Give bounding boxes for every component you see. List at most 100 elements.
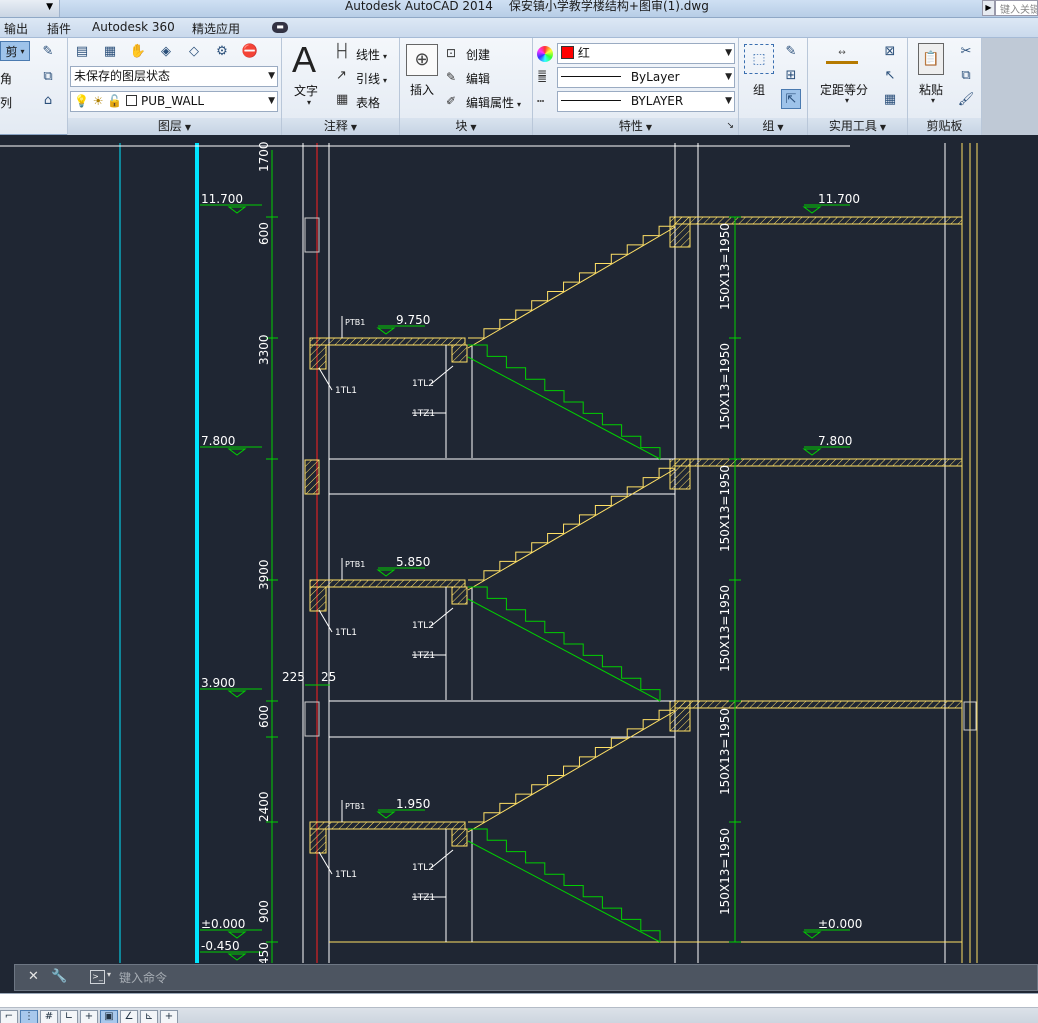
chevron-down-icon: ▼ bbox=[879, 123, 887, 132]
quick-access-toolbar[interactable]: ▼ bbox=[0, 0, 60, 17]
otrack-icon[interactable]: ∠ bbox=[120, 1010, 138, 1023]
measure-label[interactable]: 定距等分 bbox=[818, 81, 870, 98]
layer-properties-icon[interactable]: ▤ bbox=[72, 41, 92, 61]
leader-icon[interactable]: ↗ bbox=[336, 68, 347, 83]
snap-mode-icon[interactable]: ⋮ bbox=[20, 1010, 38, 1023]
table-icon[interactable]: ▦ bbox=[336, 92, 348, 107]
model-space-icon[interactable]: ⌐ bbox=[0, 1010, 18, 1023]
copy-object-icon[interactable]: ⧉ bbox=[38, 66, 58, 86]
floor-slab bbox=[674, 458, 963, 467]
text-label[interactable]: 文字 bbox=[292, 82, 320, 99]
measure-icon[interactable]: ↔ bbox=[826, 48, 858, 64]
chevron-down-icon: ▾ bbox=[383, 76, 388, 85]
annotation-panel-label[interactable]: 注释 ▼ bbox=[282, 118, 399, 135]
ducs-icon[interactable]: ⊾ bbox=[140, 1010, 158, 1023]
layer-match-icon[interactable]: ▦ bbox=[100, 41, 120, 61]
layer-unisolate-icon[interactable]: ◇ bbox=[184, 41, 204, 61]
layer-lock-icon[interactable]: ⛔ bbox=[240, 41, 260, 61]
insert-block-icon[interactable]: ⊕ bbox=[406, 44, 438, 76]
group-icon[interactable]: ⬚ bbox=[744, 44, 774, 74]
group-label[interactable]: 组 bbox=[749, 81, 769, 98]
erase-brush-icon[interactable]: ✎ bbox=[38, 41, 58, 61]
layer-freeze-icon[interactable]: ✋ bbox=[128, 41, 148, 61]
create-block-icon[interactable]: ⊡ bbox=[446, 46, 456, 60]
wrench-icon[interactable]: 🔧 bbox=[51, 969, 67, 984]
create-block-label[interactable]: 创建 bbox=[466, 46, 490, 63]
block-panel-label[interactable]: 块 ▼ bbox=[400, 118, 532, 135]
dimension-label: 25 bbox=[321, 670, 336, 684]
layer-isolate-icon[interactable]: ◈ bbox=[156, 41, 176, 61]
tab-featured-apps[interactable]: 精选应用 bbox=[192, 20, 240, 37]
array-label[interactable]: 列 bbox=[0, 94, 12, 111]
command-input[interactable] bbox=[119, 968, 999, 987]
linetype-icon[interactable]: ≡ ≡ bbox=[537, 67, 547, 85]
quick-select-icon[interactable]: ⊠ bbox=[880, 41, 900, 61]
dyn-input-icon[interactable]: + bbox=[160, 1010, 178, 1023]
edit-block-label[interactable]: 编辑 bbox=[466, 70, 490, 87]
paste-icon[interactable]: 📋 bbox=[918, 43, 944, 75]
color-select[interactable]: 红 ▼ bbox=[557, 43, 735, 64]
layer-state-select[interactable]: 未保存的图层状态 ▼ bbox=[70, 66, 278, 87]
edit-attribute-label[interactable]: 编辑属性 ▾ bbox=[466, 94, 521, 111]
color-wheel-icon[interactable] bbox=[537, 46, 553, 62]
search-arrow-icon[interactable]: ▶ bbox=[982, 0, 995, 16]
layer-select[interactable]: 💡 ☀ 🔓 PUB_WALL ▼ bbox=[70, 91, 278, 112]
copy-icon[interactable]: ⧉ bbox=[956, 65, 976, 85]
lineweight-icon[interactable]: ┅ bbox=[537, 94, 544, 108]
chevron-down-icon[interactable]: ▾ bbox=[931, 96, 935, 105]
linetype-select[interactable]: ByLayer ▼ bbox=[557, 67, 735, 88]
leader-label[interactable]: 引线 ▾ bbox=[356, 70, 387, 87]
text-big-icon[interactable]: A bbox=[292, 40, 316, 80]
table-label[interactable]: 表格 bbox=[356, 94, 380, 111]
help-search-input[interactable]: 键入关键 bbox=[995, 0, 1038, 16]
elevation-marker-icon bbox=[227, 448, 247, 456]
layers-panel-label[interactable]: 图层 ▼ bbox=[68, 118, 281, 135]
ungroup-icon[interactable]: ✎ bbox=[781, 41, 801, 61]
utilities-panel-label[interactable]: 实用工具 ▼ bbox=[808, 118, 907, 135]
group-edit-icon[interactable]: ⊞ bbox=[781, 65, 801, 85]
tab-plugins[interactable]: 插件 bbox=[47, 20, 71, 37]
chevron-down-icon[interactable]: ▾ bbox=[107, 970, 111, 979]
fillet-label[interactable]: 角 bbox=[0, 70, 12, 87]
chevron-down-icon[interactable]: ▾ bbox=[845, 96, 849, 105]
polar-icon[interactable]: + bbox=[80, 1010, 98, 1023]
chevron-down-icon[interactable]: ▼ bbox=[46, 2, 53, 12]
lineweight-select[interactable]: BYLAYER ▼ bbox=[557, 91, 735, 112]
chevron-down-icon[interactable]: ▾ bbox=[307, 98, 311, 107]
layer-walk-icon[interactable]: ⚙ bbox=[212, 41, 232, 61]
edit-block-icon[interactable]: ✎ bbox=[446, 70, 456, 84]
flight-dimension-label: 150X13=1950 bbox=[718, 465, 732, 552]
panel-launcher-icon[interactable]: ↘ bbox=[726, 118, 734, 135]
elevation-label: ±0.000 bbox=[818, 917, 862, 931]
close-icon[interactable]: ✕ bbox=[28, 969, 39, 984]
linear-dim-label[interactable]: 线性 ▾ bbox=[356, 46, 387, 63]
ribbon-minimize-toggle[interactable]: ▬ bbox=[272, 22, 288, 33]
match-properties-icon[interactable]: 🖌 bbox=[956, 89, 976, 109]
grid-icon[interactable]: # bbox=[40, 1010, 58, 1023]
ribbon: 剪 ▾ ✎ 角 ⧉ 列 ⌂ ▤ ▦ ✋ ◈ ◇ ⚙ ⛔ 未保存的图层状态 ▼ 💡 ☀… bbox=[0, 38, 1038, 135]
tab-output[interactable]: 输出 bbox=[4, 20, 28, 37]
ortho-icon[interactable]: ∟ bbox=[60, 1010, 78, 1023]
edit-attribute-icon[interactable]: ✐ bbox=[446, 94, 456, 108]
calculator-icon[interactable]: ▦ bbox=[880, 89, 900, 109]
dimension-label: 600 bbox=[257, 222, 271, 245]
stair-section-drawing[interactable]: 1700 600 3300 3900 600 2400 900 450 150X13=1950 1… bbox=[0, 135, 1038, 963]
offset-icon[interactable]: ⌂ bbox=[38, 90, 58, 110]
dimension-label: 600 bbox=[257, 705, 271, 728]
group-selection-icon[interactable]: ⇱ bbox=[781, 89, 801, 109]
command-prompt-icon[interactable]: >_ bbox=[90, 970, 105, 984]
insert-label[interactable]: 插入 bbox=[408, 81, 436, 98]
cut-icon[interactable]: ✂ bbox=[956, 41, 976, 61]
trim-button[interactable]: 剪 ▾ bbox=[0, 41, 30, 61]
clipboard-panel-label[interactable]: 剪贴板 bbox=[908, 118, 981, 135]
ptb-label: PTB1 bbox=[345, 318, 365, 327]
tab-autodesk360[interactable]: Autodesk 360 bbox=[92, 20, 175, 34]
landing bbox=[309, 579, 466, 588]
osnap-icon[interactable]: ▣ bbox=[100, 1010, 118, 1023]
linear-dim-icon[interactable]: ├┤ bbox=[334, 44, 350, 59]
properties-panel-label[interactable]: 特性 ▼ ↘ bbox=[533, 118, 738, 135]
panel-groups: ⬚ 组 ✎ ⊞ ⇱ 组 ▼ bbox=[739, 38, 808, 135]
groups-panel-label[interactable]: 组 ▼ bbox=[739, 118, 807, 135]
select-cursor-icon[interactable]: ↖ bbox=[880, 65, 900, 85]
drawing-canvas[interactable]: 1700 600 3300 3900 600 2400 900 450 150X13=1950 1… bbox=[0, 135, 1038, 963]
